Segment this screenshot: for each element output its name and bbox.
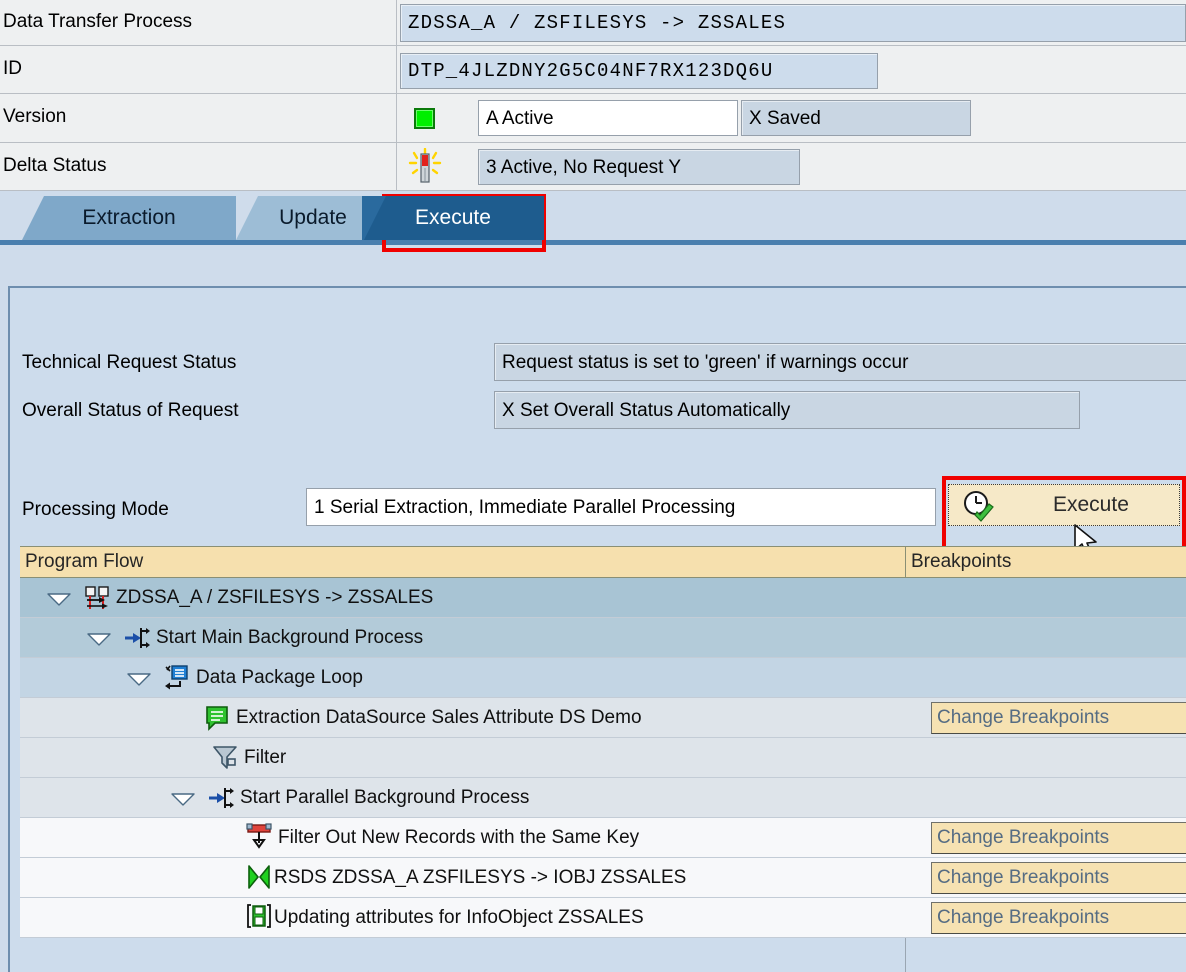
program-flow-tree: Program Flow Breakpoints ZDSSA_A / ZSFIL… — [20, 546, 1186, 972]
label-id: ID — [3, 58, 22, 79]
tab-extraction-label: Extraction — [82, 206, 176, 229]
label-delta-status: Delta Status — [3, 155, 107, 176]
column-header-breakpoints: Breakpoints — [905, 546, 1186, 578]
expander-icon[interactable] — [126, 671, 152, 687]
table-row[interactable]: Filter Out New Records with the Same Key… — [20, 818, 1186, 858]
field-delta-status[interactable]: 3 Active, No Request Y — [478, 149, 800, 185]
label-technical-request-status: Technical Request Status — [22, 352, 237, 373]
delta-status-indicator-icon — [408, 148, 442, 183]
field-version-saved[interactable]: X Saved — [741, 100, 971, 136]
table-row-label: Start Parallel Background Process — [240, 787, 530, 808]
field-overall-status-of-request[interactable]: X Set Overall Status Automatically — [494, 391, 1080, 429]
expander-icon[interactable] — [46, 591, 72, 607]
table-row-label: Updating attributes for InfoObject ZSSAL… — [274, 907, 644, 928]
table-row[interactable]: Start Parallel Background Process — [20, 778, 1186, 818]
change-breakpoints-label: Change Breakpoints — [937, 907, 1110, 928]
tab-execute-label: Execute — [415, 206, 491, 229]
change-breakpoints-button[interactable]: Change Breakpoints — [931, 702, 1186, 734]
label-data-transfer-process: Data Transfer Process — [3, 11, 193, 32]
table-row[interactable]: ZDSSA_A / ZSFILESYS -> ZSSALES — [20, 578, 1186, 618]
change-breakpoints-button[interactable]: Change Breakpoints — [931, 862, 1186, 894]
label-processing-mode: Processing Mode — [22, 499, 169, 520]
change-breakpoints-label: Change Breakpoints — [937, 867, 1110, 888]
field-version[interactable]: A Active — [478, 100, 738, 136]
data-package-loop-icon — [165, 665, 188, 690]
background-process-icon — [209, 788, 234, 808]
field-data-transfer-process[interactable]: ZDSSA_A / ZSFILESYS -> ZSSALES — [400, 4, 1186, 42]
tab-execute[interactable]: Execute — [362, 196, 544, 240]
table-row[interactable]: Updating attributes for InfoObject ZSSAL… — [20, 898, 1186, 938]
update-attributes-icon — [247, 904, 271, 928]
execute-button[interactable]: Execute — [948, 484, 1180, 526]
change-breakpoints-label: Change Breakpoints — [937, 827, 1110, 848]
label-overall-status-of-request: Overall Status of Request — [22, 400, 239, 421]
tab-strip: Extraction Update Execute — [0, 196, 1186, 252]
change-breakpoints-button[interactable]: Change Breakpoints — [931, 902, 1186, 934]
table-row-label: Start Main Background Process — [156, 627, 424, 648]
table-row[interactable]: Start Main Background Process — [20, 618, 1186, 658]
green-square-icon — [414, 108, 435, 129]
table-row-label: ZDSSA_A / ZSFILESYS -> ZSSALES — [116, 587, 434, 608]
column-header-breakpoints-label: Breakpoints — [911, 551, 1012, 572]
filter-icon — [213, 746, 237, 769]
field-processing-mode[interactable]: 1 Serial Extraction, Immediate Parallel … — [306, 488, 936, 526]
header-fields-area: Data Transfer Process ZDSSA_A / ZSFILESY… — [0, 0, 1186, 191]
table-row-label: Extraction DataSource Sales Attribute DS… — [236, 707, 642, 728]
dtp-transfer-icon — [85, 586, 109, 609]
transformation-icon — [248, 865, 270, 889]
column-header-program-flow-label: Program Flow — [25, 551, 144, 572]
table-row[interactable]: RSDS ZDSSA_A ZSFILESYS -> IOBJ ZSSALES C… — [20, 858, 1186, 898]
clock-check-icon — [964, 491, 994, 522]
table-row[interactable]: Extraction DataSource Sales Attribute DS… — [20, 698, 1186, 738]
background-process-icon — [125, 628, 150, 648]
change-breakpoints-label: Change Breakpoints — [937, 707, 1110, 728]
table-row-label: Filter Out New Records with the Same Key — [278, 827, 640, 848]
expander-icon[interactable] — [170, 791, 196, 807]
tab-extraction[interactable]: Extraction — [22, 196, 236, 240]
tab-update-label: Update — [279, 206, 347, 229]
table-row-label: Data Package Loop — [196, 667, 363, 688]
field-technical-request-status[interactable]: Request status is set to 'green' if warn… — [494, 343, 1186, 381]
table-row-label: RSDS ZDSSA_A ZSFILESYS -> IOBJ ZSSALES — [274, 867, 687, 888]
filter-out-records-icon — [246, 823, 272, 849]
table-row[interactable]: Filter — [20, 738, 1186, 778]
column-header-program-flow: Program Flow — [20, 546, 905, 578]
table-row-label: Filter — [244, 747, 287, 768]
label-version: Version — [3, 106, 67, 127]
execute-button-label: Execute — [1053, 493, 1129, 516]
table-row[interactable]: Data Package Loop — [20, 658, 1186, 698]
change-breakpoints-button[interactable]: Change Breakpoints — [931, 822, 1186, 854]
expander-icon[interactable] — [86, 631, 112, 647]
datasource-icon — [206, 706, 228, 731]
field-id[interactable]: DTP_4JLZDNY2G5C04NF7RX123DQ6U — [400, 53, 878, 89]
